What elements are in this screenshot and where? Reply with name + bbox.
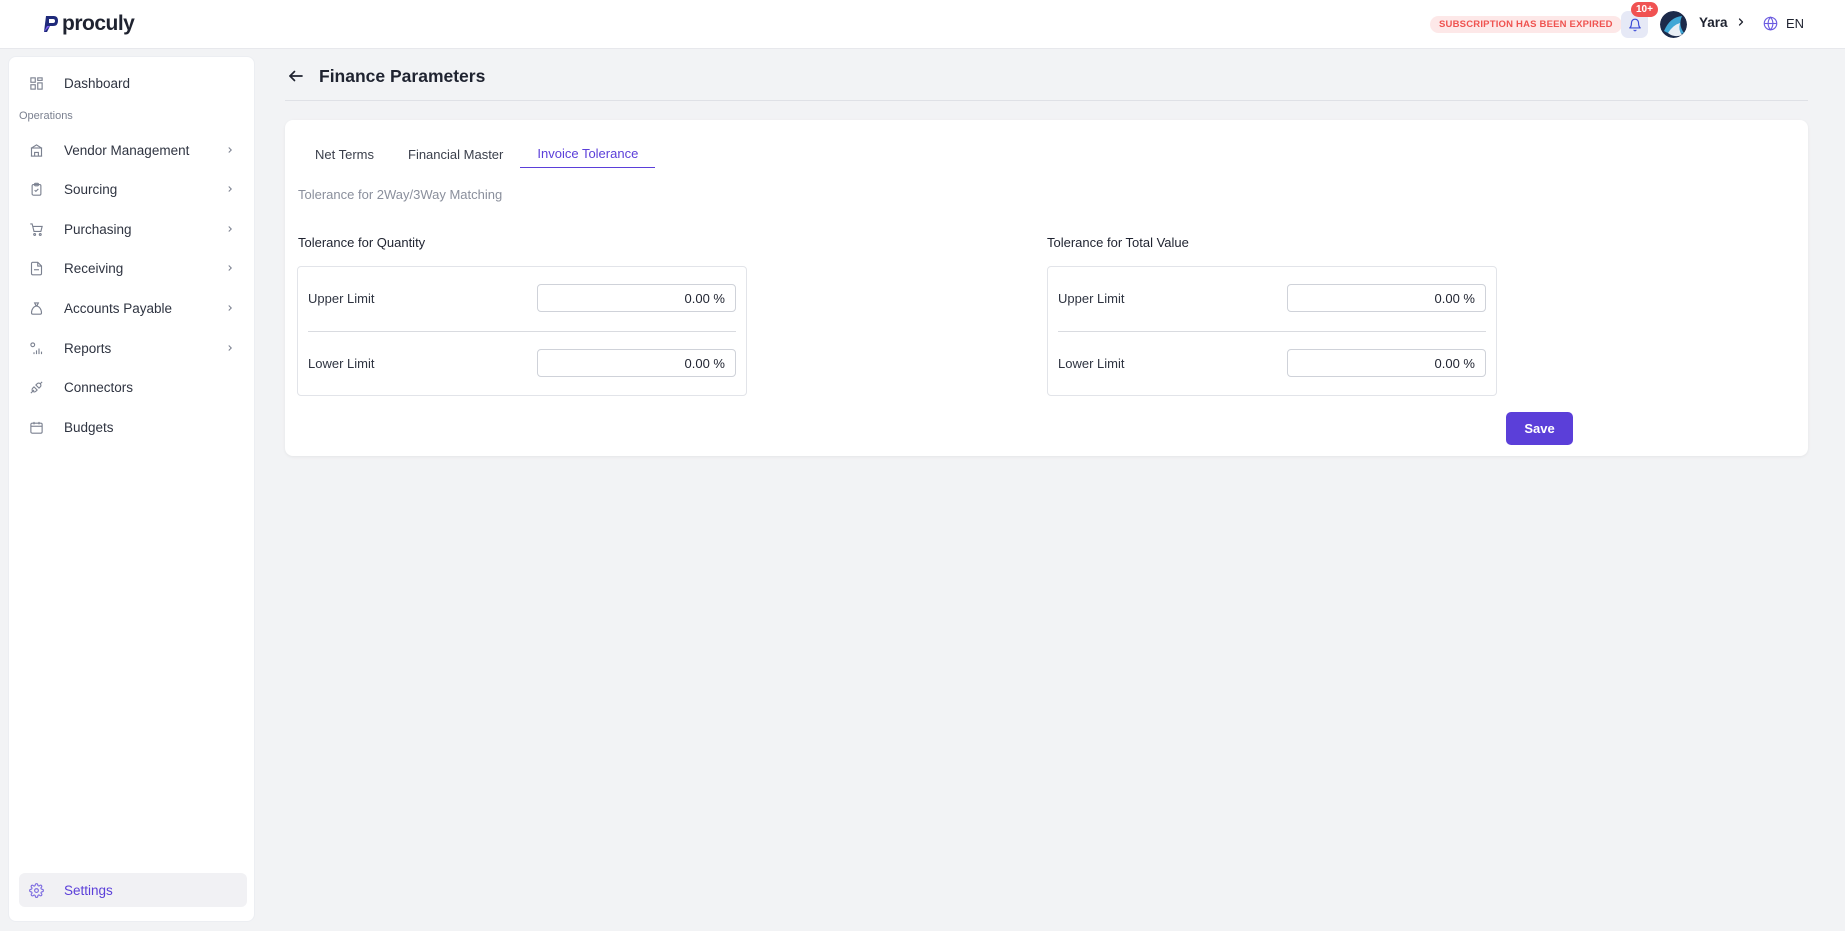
total-value-upper-limit-row: Upper Limit 0.00 %	[1058, 283, 1486, 313]
sidebar-item-reports[interactable]: Reports	[19, 331, 247, 365]
building-icon	[30, 143, 43, 157]
chevron-right-icon	[228, 186, 232, 192]
sidebar-item-label: Settings	[64, 882, 113, 898]
tab-bar: Net Terms Financial Master Invoice Toler…	[298, 140, 656, 168]
sidebar-section-operations: Operations	[19, 110, 73, 122]
total-value-lower-limit-input[interactable]: 0.00 %	[1287, 349, 1486, 377]
total-value-upper-limit-label: Upper Limit	[1058, 290, 1125, 306]
sidebar: Dashboard Operations Vendor Management S…	[8, 56, 255, 922]
cart-icon	[30, 222, 43, 236]
sidebar-item-label: Vendor Management	[64, 142, 190, 158]
tab-invoice-tolerance[interactable]: Invoice Tolerance	[520, 140, 656, 168]
sidebar-item-label: Dashboard	[64, 75, 131, 91]
clipboard-icon	[31, 182, 42, 196]
total-value-upper-limit-input[interactable]: 0.00 %	[1287, 284, 1486, 312]
sidebar-item-accounts-payable[interactable]: Accounts Payable	[19, 291, 247, 325]
gear-icon	[29, 882, 44, 898]
quantity-lower-limit-label: Lower Limit	[308, 355, 375, 371]
user-name[interactable]: Yara	[1699, 15, 1728, 30]
globe-icon[interactable]	[1763, 16, 1778, 31]
settings-card: Net Terms Financial Master Invoice Toler…	[285, 120, 1808, 456]
total-value-lower-limit-label: Lower Limit	[1058, 355, 1125, 371]
page-header: Finance Parameters	[285, 60, 1808, 101]
sidebar-item-label: Budgets	[64, 419, 114, 435]
sidebar-item-vendor-management[interactable]: Vendor Management	[19, 133, 247, 167]
chart-icon	[30, 341, 43, 354]
sidebar-item-label: Connectors	[64, 379, 134, 395]
tab-net-terms[interactable]: Net Terms	[298, 140, 391, 168]
sidebar-item-receiving[interactable]: Receiving	[19, 251, 247, 285]
sidebar-item-settings[interactable]: Settings	[19, 873, 247, 907]
divider	[1058, 331, 1486, 332]
divider	[308, 331, 736, 332]
sidebar-item-label: Receiving	[64, 260, 124, 276]
quantity-upper-limit-label: Upper Limit	[308, 290, 375, 306]
sidebar-item-purchasing[interactable]: Purchasing	[19, 212, 247, 246]
total-value-lower-limit-row: Lower Limit 0.00 %	[1058, 348, 1486, 378]
chevron-right-icon	[228, 305, 232, 311]
save-button[interactable]: Save	[1506, 412, 1573, 445]
notification-count-badge: 10+	[1631, 2, 1658, 17]
sidebar-item-connectors[interactable]: Connectors	[19, 370, 247, 404]
total-value-tolerance-title: Tolerance for Total Value	[1047, 235, 1189, 250]
subscription-status-badge: SUBSCRIPTION HAS BEEN EXPIRED	[1430, 16, 1622, 33]
avatar-image	[1660, 11, 1687, 38]
plug-icon	[30, 380, 43, 394]
chevron-right-icon	[228, 226, 232, 232]
logo[interactable]: proculy	[43, 12, 135, 36]
money-bag-icon	[30, 301, 43, 315]
page-title: Finance Parameters	[319, 66, 486, 86]
tab-financial-master[interactable]: Financial Master	[391, 140, 520, 168]
logo-text: proculy	[62, 12, 135, 35]
quantity-tolerance-title: Tolerance for Quantity	[298, 235, 426, 250]
quantity-lower-limit-input[interactable]: 0.00 %	[537, 349, 736, 377]
chevron-right-icon	[228, 265, 232, 271]
quantity-upper-limit-input[interactable]: 0.00 %	[537, 284, 736, 312]
language-selector[interactable]: EN	[1786, 16, 1804, 31]
top-bar: proculy SUBSCRIPTION HAS BEEN EXPIRED 10…	[0, 0, 1845, 49]
sidebar-item-label: Reports	[64, 340, 112, 356]
calendar-icon	[30, 421, 43, 434]
back-arrow-icon[interactable]	[287, 67, 305, 85]
logo-icon	[44, 16, 58, 32]
sidebar-item-label: Accounts Payable	[64, 300, 173, 316]
avatar[interactable]	[1660, 11, 1687, 38]
sidebar-item-label: Purchasing	[64, 221, 132, 237]
quantity-tolerance-box: Upper Limit 0.00 % Lower Limit 0.00 %	[297, 266, 747, 396]
sidebar-item-dashboard[interactable]: Dashboard	[19, 66, 247, 100]
sidebar-item-sourcing[interactable]: Sourcing	[19, 172, 247, 206]
total-value-tolerance-box: Upper Limit 0.00 % Lower Limit 0.00 %	[1047, 266, 1497, 396]
quantity-lower-limit-row: Lower Limit 0.00 %	[308, 348, 736, 378]
bell-icon	[1628, 18, 1641, 31]
dashboard-icon	[30, 76, 43, 90]
chevron-right-icon	[228, 345, 232, 351]
document-icon	[30, 261, 43, 275]
section-description: Tolerance for 2Way/3Way Matching	[298, 187, 503, 202]
chevron-right-icon[interactable]	[1735, 16, 1747, 28]
sidebar-item-budgets[interactable]: Budgets	[19, 410, 247, 444]
chevron-right-icon	[228, 147, 232, 153]
quantity-upper-limit-row: Upper Limit 0.00 %	[308, 283, 736, 313]
sidebar-item-label: Sourcing	[64, 181, 118, 197]
